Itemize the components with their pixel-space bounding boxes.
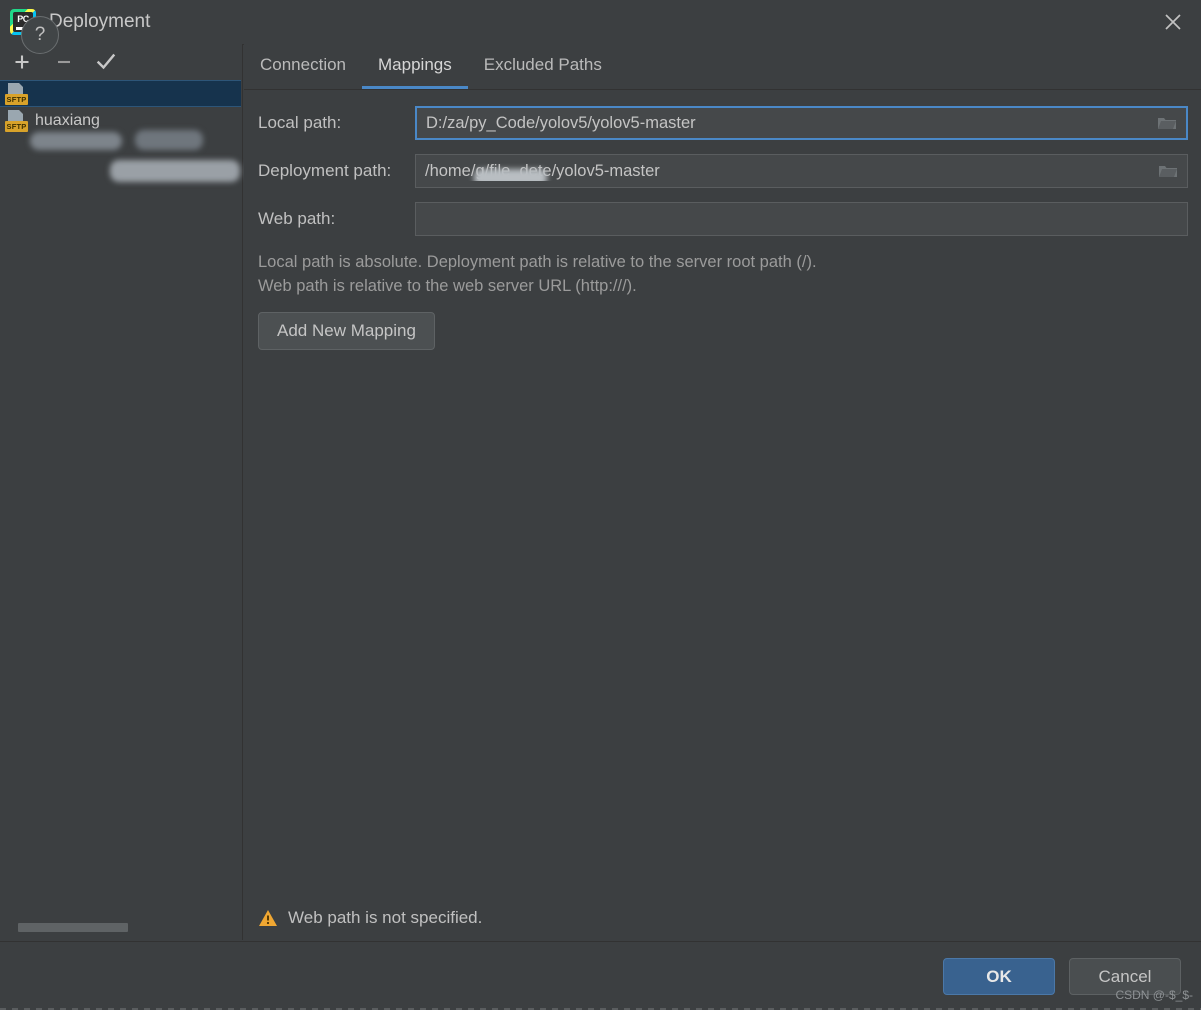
warning-text: Web path is not specified. xyxy=(288,908,483,927)
check-icon xyxy=(96,53,116,70)
deployment-dialog: PC Deployment SFTP SFTP huaxiang Connect… xyxy=(0,0,1201,1010)
redaction-overlay xyxy=(30,132,122,150)
set-default-server-button[interactable] xyxy=(92,48,120,76)
deployment-path-row: Deployment path: /home/g/file_dete/yolov… xyxy=(244,154,1201,188)
sftp-server-icon: SFTP xyxy=(5,109,29,133)
local-path-value: D:/za/py_Code/yolov5/yolov5-master xyxy=(426,113,696,132)
server-list-panel: SFTP SFTP huaxiang xyxy=(0,44,243,940)
redaction-overlay xyxy=(474,168,547,181)
hint-line-2: Web path is relative to the web server U… xyxy=(258,277,637,295)
tab-connection[interactable]: Connection xyxy=(244,44,362,89)
remove-server-button[interactable] xyxy=(50,48,78,76)
web-path-row: Web path: xyxy=(244,202,1201,236)
folder-icon[interactable] xyxy=(1154,112,1180,134)
web-path-label: Web path: xyxy=(258,209,336,228)
warning-triangle-icon xyxy=(259,910,277,926)
redaction-overlay xyxy=(110,160,240,182)
list-item[interactable]: SFTP huaxiang xyxy=(0,107,241,134)
title-bar: PC Deployment xyxy=(0,0,1201,45)
watermark: CSDN @-$_$- xyxy=(1115,988,1193,1002)
redaction-overlay xyxy=(135,130,203,150)
scrollbar-thumb[interactable] xyxy=(18,923,128,932)
ok-button[interactable]: OK xyxy=(943,958,1055,995)
mappings-panel: Connection Mappings Excluded Paths Local… xyxy=(244,44,1201,940)
plus-icon xyxy=(15,55,29,69)
status-warning: Web path is not specified. xyxy=(258,908,482,928)
local-path-input[interactable]: D:/za/py_Code/yolov5/yolov5-master xyxy=(415,106,1188,140)
hint-text: Local path is absolute. Deployment path … xyxy=(244,250,1201,298)
local-path-label: Local path: xyxy=(258,113,342,132)
horizontal-scrollbar[interactable] xyxy=(0,922,243,934)
server-list[interactable]: SFTP SFTP huaxiang xyxy=(0,80,241,910)
page-title: Deployment xyxy=(49,11,151,32)
minus-icon xyxy=(58,60,70,64)
tab-excluded-paths[interactable]: Excluded Paths xyxy=(468,44,618,89)
hint-line-1: Local path is absolute. Deployment path … xyxy=(258,253,817,271)
folder-icon[interactable] xyxy=(1155,160,1181,182)
tab-bar: Connection Mappings Excluded Paths xyxy=(244,44,1201,90)
mappings-form: Local path: D:/za/py_Code/yolov5/yolov5-… xyxy=(244,90,1201,350)
local-path-row: Local path: D:/za/py_Code/yolov5/yolov5-… xyxy=(244,106,1201,140)
add-new-mapping-button[interactable]: Add New Mapping xyxy=(258,312,435,350)
tab-mappings[interactable]: Mappings xyxy=(362,44,468,89)
list-item[interactable]: SFTP xyxy=(0,80,241,107)
deployment-path-value: /home/g/file_dete/yolov5-master xyxy=(416,162,660,181)
deployment-path-input[interactable]: /home/g/file_dete/yolov5-master xyxy=(415,154,1188,188)
deployment-path-prefix: /home/ xyxy=(425,161,476,180)
help-button[interactable]: ? xyxy=(21,16,59,54)
list-item-label: huaxiang xyxy=(35,111,100,129)
deployment-path-label: Deployment path: xyxy=(258,161,392,180)
close-icon[interactable] xyxy=(1145,0,1201,44)
question-mark-icon: ? xyxy=(34,24,46,45)
sftp-server-icon: SFTP xyxy=(5,82,29,106)
web-path-input[interactable] xyxy=(415,202,1188,236)
